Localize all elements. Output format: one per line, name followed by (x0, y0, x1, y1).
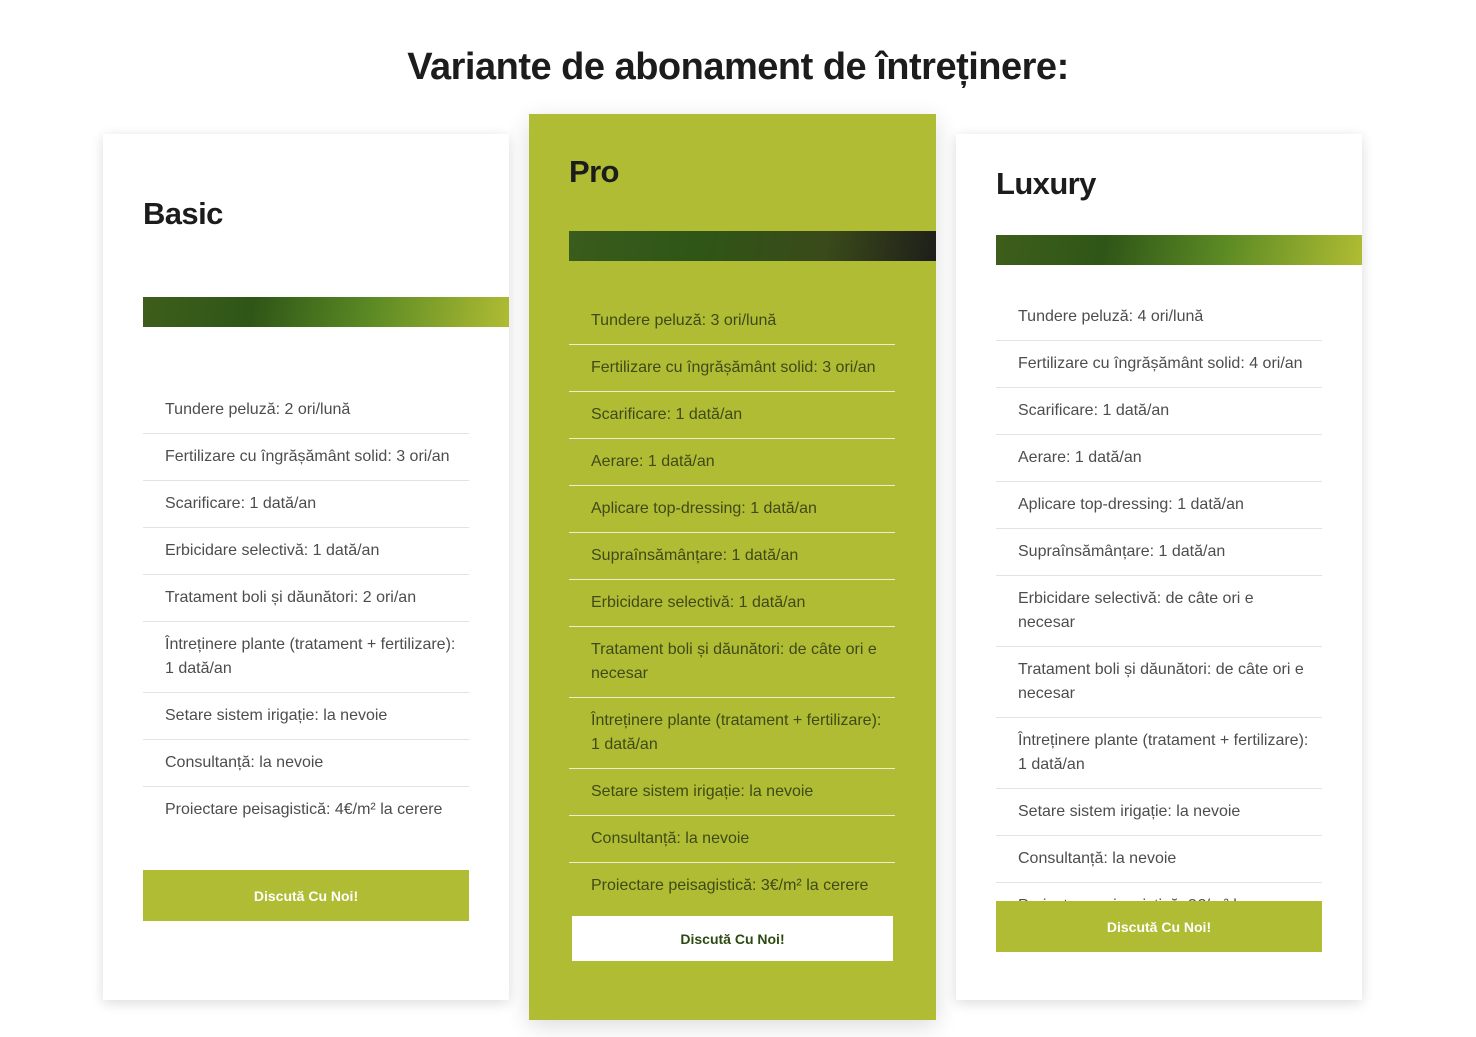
feature-list: Tundere peluză: 2 ori/lună Fertilizare cu… (143, 387, 469, 833)
plan-card-luxury: Luxury Tundere peluză: 4 ori/lună Fertili… (956, 134, 1362, 1000)
feature-item: Aerare: 1 dată/an (996, 435, 1322, 482)
feature-item: Scarificare: 1 dată/an (143, 481, 469, 528)
feature-item: Setare sistem irigație: la nevoie (996, 789, 1322, 836)
feature-item: Consultanță: la nevoie (569, 816, 895, 863)
feature-item: Fertilizare cu îngrășământ solid: 3 ori/… (569, 345, 895, 392)
feature-item: Setare sistem irigație: la nevoie (143, 693, 469, 740)
feature-item: Tundere peluză: 3 ori/lună (569, 298, 895, 345)
feature-item: Erbicidare selectivă: 1 dată/an (143, 528, 469, 575)
feature-item: Aplicare top-dressing: 1 dată/an (569, 486, 895, 533)
feature-item: Aplicare top-dressing: 1 dată/an (996, 482, 1322, 529)
feature-item: Supraînsămânțare: 1 dată/an (569, 533, 895, 580)
plan-card-basic: Basic Tundere peluză: 2 ori/lună Fertiliz… (103, 134, 509, 1000)
feature-item: Consultanță: la nevoie (143, 740, 469, 787)
contact-us-button-basic[interactable]: Discută Cu Noi! (143, 870, 469, 921)
feature-item: Scarificare: 1 dată/an (996, 388, 1322, 435)
feature-item: Proiectare peisagistică: 3€/m² la cerere (591, 877, 869, 894)
plan-gradient-divider (996, 235, 1362, 265)
contact-us-button-pro[interactable]: Discută Cu Noi! (572, 916, 893, 961)
feature-item: Întreținere plante (tratament + fertiliz… (569, 698, 895, 769)
plan-card-pro: Pro Tundere peluză: 3 ori/lună Fertilizar… (529, 114, 936, 1020)
feature-item: Scarificare: 1 dată/an (569, 392, 895, 439)
feature-item: Aerare: 1 dată/an (569, 439, 895, 486)
plan-name: Luxury (996, 166, 1096, 201)
contact-us-button-luxury[interactable]: Discută Cu Noi! (996, 901, 1322, 952)
feature-item: Tratament boli și dăunători: de câte ori… (996, 647, 1322, 718)
plan-gradient-divider (143, 297, 509, 327)
plan-name: Basic (143, 196, 223, 231)
feature-list: Tundere peluză: 3 ori/lună Fertilizare cu… (569, 298, 895, 909)
feature-item: Fertilizare cu îngrășământ solid: 4 ori/… (996, 341, 1322, 388)
feature-item: Erbicidare selectivă: 1 dată/an (569, 580, 895, 627)
feature-item: Întreținere plante (tratament + fertiliz… (996, 718, 1322, 789)
feature-item: Proiectare peisagistică: 4€/m² la cerere (165, 801, 443, 818)
feature-item: Setare sistem irigație: la nevoie (569, 769, 895, 816)
feature-item: Întreținere plante (tratament + fertiliz… (143, 622, 469, 693)
feature-item: Erbicidare selectivă: de câte ori e nece… (996, 576, 1322, 647)
feature-item: Consultanță: la nevoie (996, 836, 1322, 883)
feature-item: Tundere peluză: 4 ori/lună (996, 294, 1322, 341)
plan-gradient-divider (569, 231, 936, 261)
feature-item: Fertilizare cu îngrășământ solid: 3 ori/… (143, 434, 469, 481)
feature-list: Tundere peluză: 4 ori/lună Fertilizare cu… (996, 294, 1322, 929)
feature-item: Tratament boli și dăunători: de câte ori… (569, 627, 895, 698)
feature-item: Supraînsămânțare: 1 dată/an (996, 529, 1322, 576)
feature-item: Tundere peluză: 2 ori/lună (143, 387, 469, 434)
page-title: Variante de abonament de întreținere: (407, 46, 1069, 88)
plan-name: Pro (569, 154, 619, 189)
feature-item: Tratament boli și dăunători: 2 ori/an (143, 575, 469, 622)
